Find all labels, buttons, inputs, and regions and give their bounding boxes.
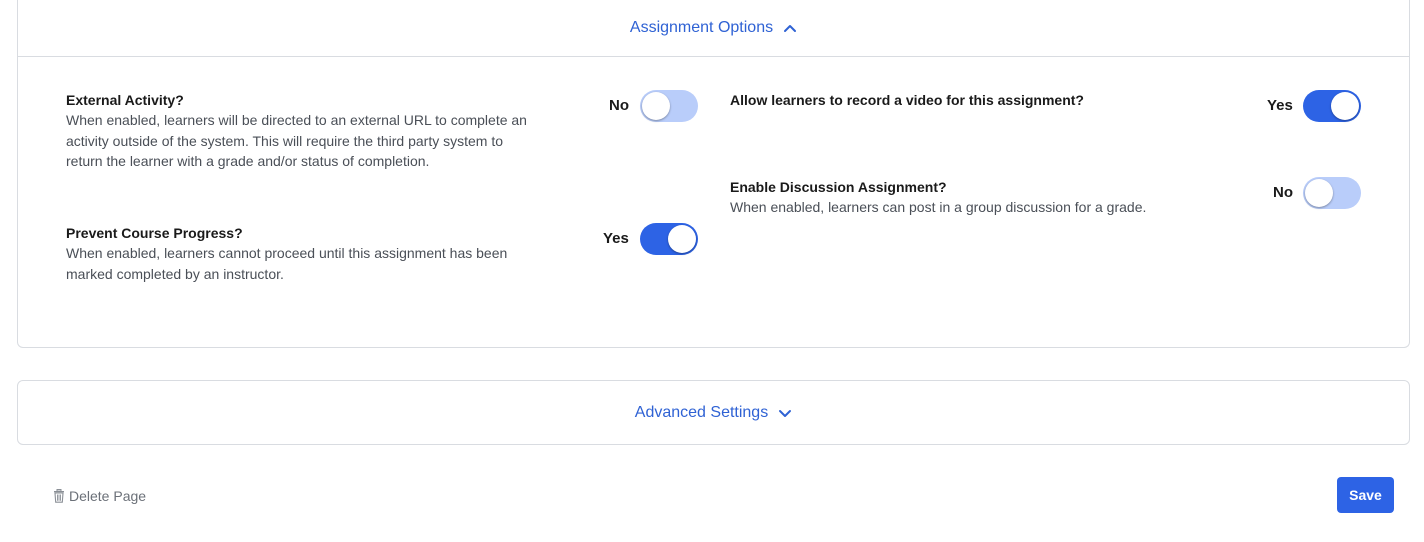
record-video-state: Yes bbox=[1267, 97, 1293, 114]
advanced-settings-label: Advanced Settings bbox=[634, 403, 769, 421]
assignment-options-label: Assignment Options bbox=[629, 19, 774, 36]
discussion-description: When enabled, learners can post in a gro… bbox=[730, 199, 1147, 215]
prevent-progress-state: Yes bbox=[603, 230, 629, 247]
chevron-up-icon bbox=[783, 21, 797, 35]
assignment-options-header[interactable]: Assignment Options bbox=[18, 0, 1409, 57]
chevron-down-icon bbox=[778, 406, 792, 420]
record-video-title: Allow learners to record a video for thi… bbox=[730, 92, 1084, 108]
prevent-progress-title: Prevent Course Progress? bbox=[66, 225, 243, 241]
external-activity-description: When enabled, learners will be directed … bbox=[66, 112, 527, 169]
external-activity-option: External Activity? When enabled, learner… bbox=[66, 90, 536, 172]
save-button[interactable]: Save bbox=[1337, 477, 1394, 513]
external-activity-state: No bbox=[609, 97, 629, 114]
toggle-knob bbox=[642, 92, 670, 120]
toggle-knob bbox=[668, 225, 696, 253]
prevent-progress-description: When enabled, learners cannot proceed un… bbox=[66, 245, 508, 282]
discussion-state: No bbox=[1273, 184, 1293, 201]
delete-page-label: Delete Page bbox=[69, 488, 147, 504]
discussion-toggle[interactable] bbox=[1303, 177, 1361, 209]
trash-icon bbox=[53, 489, 65, 503]
prevent-progress-toggle[interactable] bbox=[640, 223, 698, 255]
toggle-knob bbox=[1331, 92, 1359, 120]
assignment-options-panel: Assignment Options bbox=[17, 0, 1410, 348]
toggle-knob bbox=[1305, 179, 1333, 207]
advanced-settings-header[interactable]: Advanced Settings bbox=[17, 380, 1410, 445]
prevent-progress-option: Prevent Course Progress? When enabled, l… bbox=[66, 223, 516, 284]
discussion-option: Enable Discussion Assignment? When enabl… bbox=[730, 177, 1230, 218]
discussion-title: Enable Discussion Assignment? bbox=[730, 179, 947, 195]
record-video-option: Allow learners to record a video for thi… bbox=[730, 90, 1210, 110]
delete-page-button[interactable]: Delete Page bbox=[53, 488, 146, 504]
external-activity-title: External Activity? bbox=[66, 92, 184, 108]
external-activity-toggle[interactable] bbox=[640, 90, 698, 122]
record-video-toggle[interactable] bbox=[1303, 90, 1361, 122]
